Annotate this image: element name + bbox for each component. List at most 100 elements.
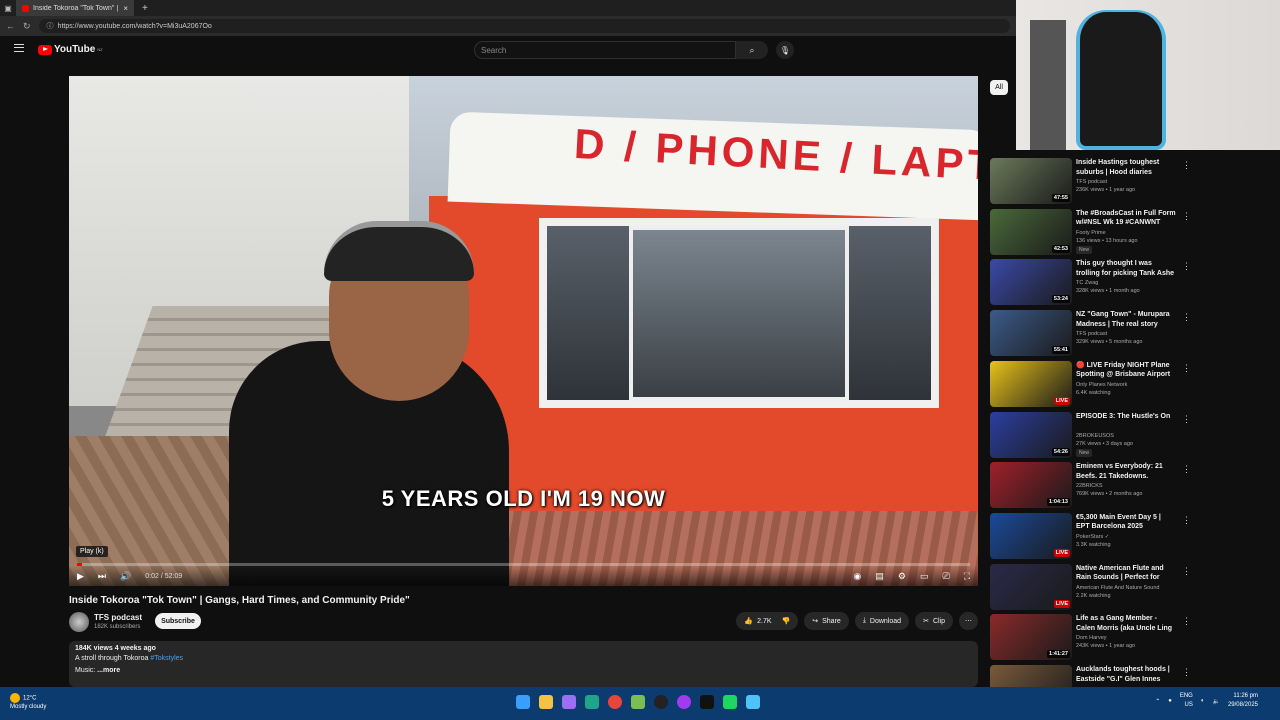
recommendation-item[interactable]: 54:26 EPISODE 3: The Hustle's On 2BROKEUSO… xyxy=(990,411,1270,460)
scrollbar[interactable] xyxy=(1256,150,1262,680)
tiktok-icon[interactable] xyxy=(700,695,714,709)
clip-button[interactable]: ✂ Clip xyxy=(915,612,953,630)
recommendation-title[interactable]: Inside Hastings toughest suburbs | Hood … xyxy=(1076,158,1176,177)
video-thumbnail[interactable]: LIVE xyxy=(990,563,1072,610)
dislike-icon[interactable]: 👎 xyxy=(782,617,791,625)
voice-search-button[interactable]: 🎙 xyxy=(776,41,794,59)
more-options-icon[interactable]: ⋮ xyxy=(1182,160,1191,171)
more-options-icon[interactable]: ⋮ xyxy=(1182,363,1191,374)
description-hashtag[interactable]: #Tokstyles xyxy=(150,655,183,662)
url-field[interactable]: ⓘ https://www.youtube.com/watch?v=Mi3uA2… xyxy=(38,19,1010,33)
weather-widget[interactable]: 12°C Mostly cloudy xyxy=(10,693,46,711)
recommendation-channel[interactable]: 22BRICKS xyxy=(1076,483,1103,489)
recommendation-title[interactable]: €5,300 Main Event Day 5 | EPT Barcelona … xyxy=(1076,513,1176,532)
fullscreen-icon[interactable]: ⛶ xyxy=(964,571,970,582)
video-thumbnail[interactable]: 1:04:13 xyxy=(990,462,1072,509)
download-button[interactable]: ⤓ Download xyxy=(854,612,910,630)
youtube-logo[interactable]: YouTube NZ xyxy=(38,44,103,55)
site-info-icon[interactable]: ⓘ xyxy=(47,21,54,31)
wifi-icon[interactable]: ◐ xyxy=(1201,698,1205,704)
recommendation-title[interactable]: Life as a Gang Member - Calen Morris (ak… xyxy=(1076,614,1176,633)
recommendation-channel[interactable]: TFS podcast xyxy=(1076,179,1107,185)
settings-gear-icon[interactable]: ⚙ xyxy=(898,571,906,582)
recommendation-channel[interactable]: TFS podcast xyxy=(1076,331,1107,337)
more-options-icon[interactable]: ⋮ xyxy=(1182,414,1191,425)
speaker-icon[interactable]: 🔈 xyxy=(1212,698,1219,705)
subtitles-icon[interactable]: ▤ xyxy=(875,571,884,582)
next-button-icon[interactable]: ⏭ xyxy=(98,571,106,582)
edge-icon[interactable] xyxy=(585,695,599,709)
theater-mode-icon[interactable]: ▭ xyxy=(920,571,929,582)
volume-icon[interactable]: 🔊 xyxy=(120,571,131,582)
recommendation-channel[interactable]: PokerStars ✓ xyxy=(1076,534,1109,540)
tray-chevron-icon[interactable]: ⌃ xyxy=(1155,698,1160,705)
more-options-icon[interactable]: ⋮ xyxy=(1182,261,1191,272)
video-thumbnail[interactable]: LIVE xyxy=(990,512,1072,559)
app-icon[interactable] xyxy=(746,695,760,709)
messenger-icon[interactable] xyxy=(677,695,691,709)
video-thumbnail[interactable]: 54:26 xyxy=(990,411,1072,458)
recommendation-channel[interactable]: Footy Prime xyxy=(1076,230,1106,236)
video-thumbnail[interactable]: 47:55 xyxy=(990,158,1072,204)
more-options-icon[interactable]: ⋮ xyxy=(1182,464,1191,475)
recommendation-title[interactable]: The #BroadsCast in Full Form w/#NSL Wk 1… xyxy=(1076,209,1176,228)
recommendation-title[interactable]: NZ "Gang Town" - Murupara Madness | The … xyxy=(1076,310,1176,329)
video-thumbnail[interactable]: 55:41 xyxy=(990,310,1072,357)
more-options-icon[interactable]: ⋮ xyxy=(1182,515,1191,526)
close-tab-icon[interactable]: × xyxy=(123,4,128,13)
channel-avatar[interactable] xyxy=(69,612,89,632)
recommendation-item[interactable]: 47:55 Inside Hastings toughest suburbs | … xyxy=(990,158,1270,206)
spotify-icon[interactable] xyxy=(723,695,737,709)
recommendation-item[interactable]: 55:41 NZ "Gang Town" - Murupara Madness |… xyxy=(990,310,1270,358)
file-explorer-icon[interactable] xyxy=(539,695,553,709)
chrome-icon[interactable] xyxy=(608,695,622,709)
description-box[interactable]: 184K views 4 weeks ago A stroll through … xyxy=(69,641,978,687)
recommendation-item[interactable]: LIVE €5,300 Main Event Day 5 | EPT Barcel… xyxy=(990,512,1270,561)
notepad-icon[interactable] xyxy=(631,695,645,709)
recommendation-item[interactable]: 1:41:27 Life as a Gang Member - Calen Mor… xyxy=(990,614,1270,662)
recommendation-channel[interactable]: Dom Harvey xyxy=(1076,635,1107,641)
recommendation-title[interactable]: Native American Flute and Rain Sounds | … xyxy=(1076,564,1176,583)
more-options-icon[interactable]: ⋮ xyxy=(1182,211,1191,222)
channel-name[interactable]: TFS podcast xyxy=(94,613,142,622)
tray-app-icon[interactable]: ● xyxy=(1168,698,1172,704)
video-thumbnail[interactable]: 53:24 xyxy=(990,259,1072,306)
language-indicator[interactable]: ENG US xyxy=(1180,692,1193,710)
recommendation-item[interactable]: 1:04:13 Eminem vs Everybody: 21 Beefs. 21… xyxy=(990,462,1270,510)
github-icon[interactable] xyxy=(654,695,668,709)
more-options-icon[interactable]: ⋮ xyxy=(1182,667,1191,678)
recommendation-item[interactable]: LIVE Native American Flute and Rain Sound… xyxy=(990,563,1270,612)
clock[interactable]: 11:26 pm 29/08/2025 xyxy=(1228,692,1258,710)
subscribe-button[interactable]: Subscribe xyxy=(155,613,201,629)
recommendation-channel[interactable]: TC Zwag xyxy=(1076,280,1098,286)
more-options-icon[interactable]: ⋮ xyxy=(1182,312,1191,323)
recommendation-item[interactable]: LIVE 🔴 LIVE Friday NIGHT Plane Spotting @… xyxy=(990,360,1270,409)
share-button[interactable]: ↪ Share xyxy=(804,612,849,630)
search-button[interactable]: ⌕ xyxy=(736,41,768,59)
recommendation-title[interactable]: Aucklands toughest hoods | Eastside "G.I… xyxy=(1076,665,1176,684)
back-icon[interactable]: ← xyxy=(6,21,15,31)
recommendation-title[interactable]: 🔴 LIVE Friday NIGHT Plane Spotting @ Bri… xyxy=(1076,361,1176,380)
chip-all[interactable]: All xyxy=(990,80,1008,95)
browser-tab-active[interactable]: Inside Tokoroa "Tok Town" | Gang × xyxy=(16,0,134,16)
like-count[interactable]: 2.7K xyxy=(757,618,771,625)
reload-icon[interactable]: ↻ xyxy=(23,21,31,32)
cast-icon[interactable]: ⎚ xyxy=(942,571,949,582)
autoplay-toggle-icon[interactable]: ◉ xyxy=(854,571,862,582)
recommendation-title[interactable]: This guy thought I was trolling for pick… xyxy=(1076,259,1176,278)
recommendation-channel[interactable]: Only Planes Network xyxy=(1076,382,1127,388)
video-thumbnail[interactable]: 1:41:27 xyxy=(990,614,1072,661)
more-options-icon[interactable]: ⋮ xyxy=(1182,566,1191,577)
recommendation-item[interactable]: 42:53 The #BroadsCast in Full Form w/#NSL… xyxy=(990,208,1270,257)
like-icon[interactable]: 👍 xyxy=(744,617,753,625)
recommendation-channel[interactable]: American Flute And Nature Sound xyxy=(1076,585,1159,591)
video-player[interactable]: D / PHONE / LAPT 5 YEARS OLD I'M 19 NOW … xyxy=(69,76,978,586)
copilot-icon[interactable] xyxy=(562,695,576,709)
video-thumbnail[interactable] xyxy=(990,665,1072,687)
more-actions-button[interactable]: ⋯ xyxy=(959,612,978,630)
video-thumbnail[interactable]: LIVE xyxy=(990,360,1072,407)
video-thumbnail[interactable]: 42:53 xyxy=(990,208,1072,255)
hamburger-menu-icon[interactable] xyxy=(14,44,24,52)
window-menu-icon[interactable]: ▣ xyxy=(0,4,16,13)
search-input[interactable]: Search xyxy=(474,41,736,59)
